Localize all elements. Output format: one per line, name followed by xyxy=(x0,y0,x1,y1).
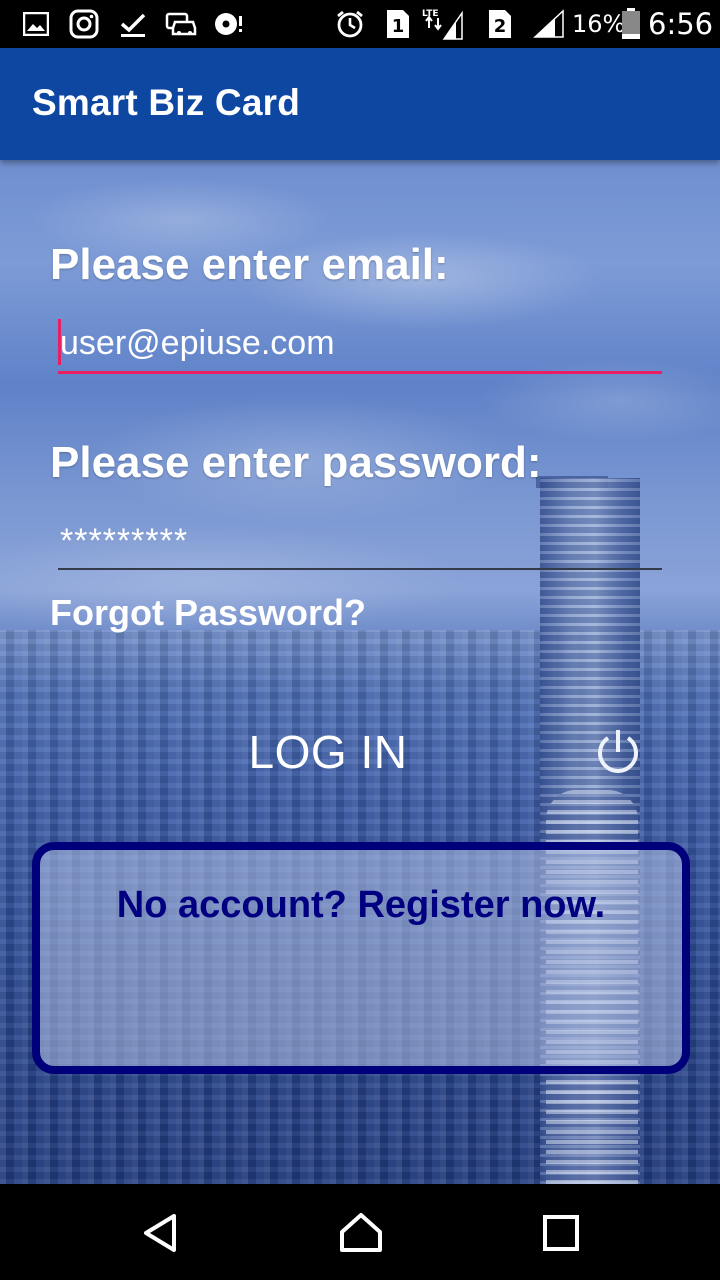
instagram-icon xyxy=(68,8,100,40)
alarm-icon xyxy=(334,8,366,40)
recents-icon[interactable] xyxy=(536,1208,586,1258)
battery-percent: 16% xyxy=(572,10,626,38)
status-bar: 1 LTE 2 16% 6:56 xyxy=(0,0,720,48)
image-icon xyxy=(22,8,50,40)
sim1-label: 1 xyxy=(392,16,405,37)
signal-icon xyxy=(532,8,566,40)
password-field[interactable] xyxy=(58,514,662,570)
media-icon xyxy=(212,8,244,40)
text-cursor xyxy=(58,319,61,365)
battery-icon xyxy=(620,8,642,40)
app-bar: Smart Biz Card xyxy=(0,48,720,160)
lte-signal-icon: LTE xyxy=(420,8,464,40)
back-icon[interactable] xyxy=(136,1208,186,1258)
power-icon[interactable] xyxy=(592,726,644,778)
forgot-password-link[interactable]: Forgot Password? xyxy=(50,592,366,634)
sim2-label: 2 xyxy=(494,16,507,37)
check-icon xyxy=(118,8,148,40)
app-title: Smart Biz Card xyxy=(32,82,301,123)
login-screen: Please enter email: Please enter passwor… xyxy=(0,160,720,1184)
sim1-icon: 1 xyxy=(384,8,412,40)
car-icon xyxy=(164,8,198,40)
email-field[interactable] xyxy=(58,316,662,374)
register-label: No account? Register now. xyxy=(116,884,606,926)
sim2-icon: 2 xyxy=(486,8,514,40)
email-label: Please enter email: xyxy=(50,240,449,289)
register-button[interactable]: No account? Register now. xyxy=(32,842,690,1074)
login-button[interactable]: LOG IN xyxy=(228,716,428,788)
clock: 6:56 xyxy=(648,7,714,41)
navigation-bar xyxy=(0,1184,720,1280)
password-label: Please enter password: xyxy=(50,438,542,487)
home-icon[interactable] xyxy=(336,1208,386,1258)
